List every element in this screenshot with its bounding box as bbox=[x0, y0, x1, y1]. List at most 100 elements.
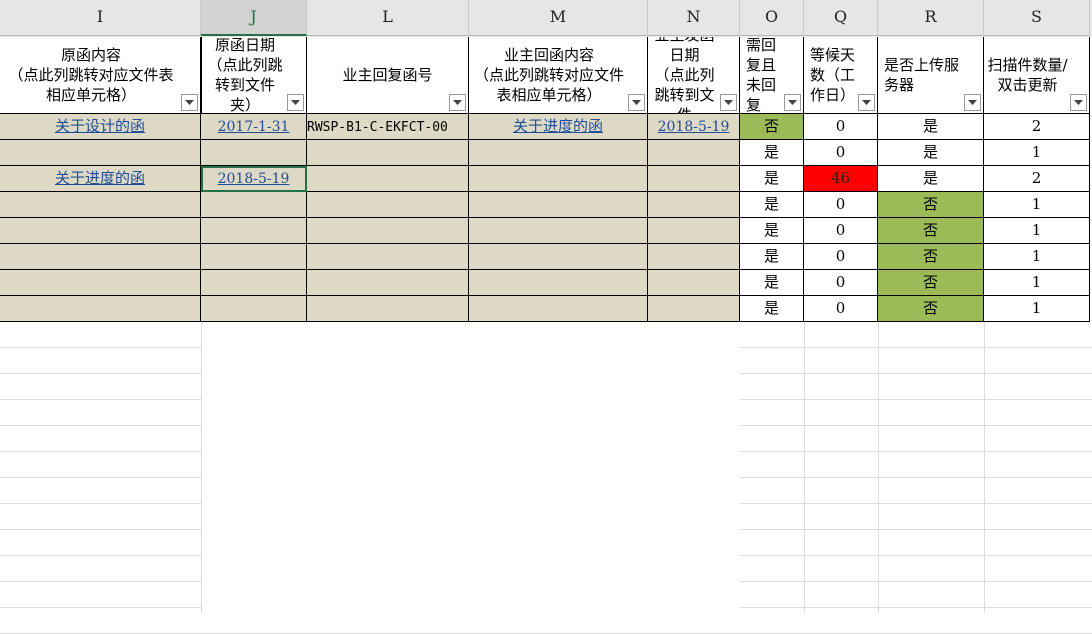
header-cell-j[interactable]: 原函日期 （点此列跳转到文件夹） bbox=[201, 37, 307, 114]
hyperlink[interactable]: 关于进度的函 bbox=[513, 117, 603, 135]
cell-j-4[interactable] bbox=[201, 192, 307, 218]
cell-j-2[interactable] bbox=[201, 140, 307, 166]
cell-r-3[interactable]: 是 bbox=[878, 166, 984, 192]
filter-dropdown-icon[interactable] bbox=[784, 94, 801, 111]
header-cell-m[interactable]: 业主回函内容 （点此列跳转对应文件表相应单元格） bbox=[469, 37, 648, 114]
cell-m-6[interactable] bbox=[469, 244, 648, 270]
cell-q-4[interactable]: 0 bbox=[804, 192, 878, 218]
header-cell-l[interactable]: 业主回复函号 bbox=[307, 37, 469, 114]
cell-q-7[interactable]: 0 bbox=[804, 270, 878, 296]
column-letter-n[interactable]: N bbox=[648, 0, 740, 36]
filter-dropdown-icon[interactable] bbox=[449, 94, 466, 111]
cell-s-4[interactable]: 1 bbox=[984, 192, 1090, 218]
cell-j-1[interactable]: 2017-1-31 bbox=[201, 114, 307, 140]
header-cell-q[interactable]: 等候天数（工作日） bbox=[804, 37, 878, 114]
cell-i-6[interactable] bbox=[0, 244, 201, 270]
header-cell-i[interactable]: 原函内容 （点此列跳转对应文件表相应单元格） bbox=[0, 37, 201, 114]
column-letter-s[interactable]: S bbox=[984, 0, 1090, 36]
cell-n-6[interactable] bbox=[648, 244, 740, 270]
cell-n-1[interactable]: 2018-5-19 bbox=[648, 114, 740, 140]
cell-r-8[interactable]: 否 bbox=[878, 296, 984, 322]
cell-q-1[interactable]: 0 bbox=[804, 114, 878, 140]
cell-i-8[interactable] bbox=[0, 296, 201, 322]
cell-n-3[interactable] bbox=[648, 166, 740, 192]
cell-m-2[interactable] bbox=[469, 140, 648, 166]
cell-m-5[interactable] bbox=[469, 218, 648, 244]
hyperlink[interactable]: 2018-5-19 bbox=[218, 171, 290, 187]
cell-i-2[interactable] bbox=[0, 140, 201, 166]
cell-i-1[interactable]: 关于设计的函 bbox=[0, 114, 201, 140]
header-cell-s[interactable]: 扫描件数量/双击更新 bbox=[984, 37, 1090, 114]
column-letter-o[interactable]: O bbox=[740, 0, 804, 36]
filter-dropdown-icon[interactable] bbox=[628, 94, 645, 111]
cell-q-6[interactable]: 0 bbox=[804, 244, 878, 270]
cell-n-4[interactable] bbox=[648, 192, 740, 218]
hyperlink[interactable]: 2018-5-19 bbox=[658, 119, 730, 135]
column-letter-l[interactable]: L bbox=[307, 0, 469, 36]
cell-n-7[interactable] bbox=[648, 270, 740, 296]
cell-l-2[interactable] bbox=[307, 140, 469, 166]
cell-l-7[interactable] bbox=[307, 270, 469, 296]
cell-l-5[interactable] bbox=[307, 218, 469, 244]
cell-j-5[interactable] bbox=[201, 218, 307, 244]
cell-s-2[interactable]: 1 bbox=[984, 140, 1090, 166]
cell-l-1[interactable]: RWSP-B1-C-EKFCT-00 bbox=[307, 114, 469, 140]
cell-o-8[interactable]: 是 bbox=[740, 296, 804, 322]
cell-r-1[interactable]: 是 bbox=[878, 114, 984, 140]
cell-s-7[interactable]: 1 bbox=[984, 270, 1090, 296]
cell-m-3[interactable] bbox=[469, 166, 648, 192]
cell-r-5[interactable]: 否 bbox=[878, 218, 984, 244]
cell-l-6[interactable] bbox=[307, 244, 469, 270]
cell-s-3[interactable]: 2 bbox=[984, 166, 1090, 192]
cell-o-1[interactable]: 否 bbox=[740, 114, 804, 140]
cell-m-8[interactable] bbox=[469, 296, 648, 322]
cell-n-8[interactable] bbox=[648, 296, 740, 322]
cell-q-3[interactable]: 46 bbox=[804, 166, 878, 192]
cell-r-2[interactable]: 是 bbox=[878, 140, 984, 166]
cell-r-4[interactable]: 否 bbox=[878, 192, 984, 218]
header-cell-n[interactable]: 业主发函日期 （点此列跳转到文件 bbox=[648, 37, 740, 114]
hyperlink[interactable]: 关于进度的函 bbox=[55, 169, 145, 187]
cell-j-6[interactable] bbox=[201, 244, 307, 270]
column-letter-m[interactable]: M bbox=[469, 0, 648, 36]
cell-m-7[interactable] bbox=[469, 270, 648, 296]
filter-dropdown-icon[interactable] bbox=[858, 94, 875, 111]
cell-j-7[interactable] bbox=[201, 270, 307, 296]
cell-q-8[interactable]: 0 bbox=[804, 296, 878, 322]
cell-s-5[interactable]: 1 bbox=[984, 218, 1090, 244]
column-letter-q[interactable]: Q bbox=[804, 0, 878, 36]
cell-m-1[interactable]: 关于进度的函 bbox=[469, 114, 648, 140]
hyperlink[interactable]: 关于设计的函 bbox=[55, 117, 145, 135]
column-letter-i[interactable]: I bbox=[0, 0, 201, 36]
filter-dropdown-icon[interactable] bbox=[287, 94, 304, 111]
cell-q-5[interactable]: 0 bbox=[804, 218, 878, 244]
header-cell-o[interactable]: 需回复且未回复 bbox=[740, 37, 804, 114]
cell-i-4[interactable] bbox=[0, 192, 201, 218]
cell-s-8[interactable]: 1 bbox=[984, 296, 1090, 322]
cell-n-5[interactable] bbox=[648, 218, 740, 244]
cell-r-7[interactable]: 否 bbox=[878, 270, 984, 296]
cell-l-8[interactable] bbox=[307, 296, 469, 322]
cell-o-2[interactable]: 是 bbox=[740, 140, 804, 166]
hyperlink[interactable]: 2017-1-31 bbox=[218, 119, 290, 135]
column-letter-r[interactable]: R bbox=[878, 0, 984, 36]
cell-j-8[interactable] bbox=[201, 296, 307, 322]
column-letter-j[interactable]: J bbox=[201, 0, 307, 36]
header-cell-r[interactable]: 是否上传服务器 bbox=[878, 37, 984, 114]
filter-dropdown-icon[interactable] bbox=[720, 94, 737, 111]
cell-q-2[interactable]: 0 bbox=[804, 140, 878, 166]
cell-i-7[interactable] bbox=[0, 270, 201, 296]
cell-m-4[interactable] bbox=[469, 192, 648, 218]
cell-s-1[interactable]: 2 bbox=[984, 114, 1090, 140]
cell-i-3[interactable]: 关于进度的函 bbox=[0, 166, 201, 192]
cell-i-5[interactable] bbox=[0, 218, 201, 244]
filter-dropdown-icon[interactable] bbox=[1070, 94, 1087, 111]
cell-o-3[interactable]: 是 bbox=[740, 166, 804, 192]
cell-o-5[interactable]: 是 bbox=[740, 218, 804, 244]
cell-j-3[interactable]: 2018-5-19 bbox=[201, 166, 307, 192]
cell-o-6[interactable]: 是 bbox=[740, 244, 804, 270]
cell-n-2[interactable] bbox=[648, 140, 740, 166]
cell-l-4[interactable] bbox=[307, 192, 469, 218]
filter-dropdown-icon[interactable] bbox=[964, 94, 981, 111]
cell-s-6[interactable]: 1 bbox=[984, 244, 1090, 270]
